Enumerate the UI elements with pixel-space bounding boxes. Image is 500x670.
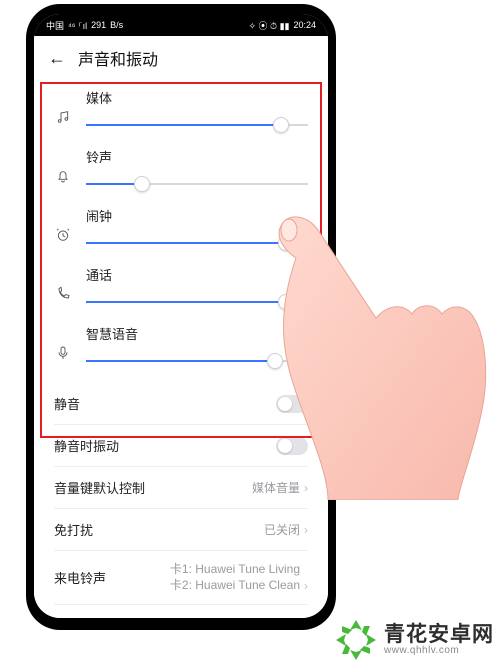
alarm-clock-icon [54, 226, 72, 244]
chevron-right-icon: › [304, 481, 308, 495]
slider-thumb[interactable] [278, 235, 294, 251]
status-icons: ✧ ⦿ ⏱ ▮▮ [249, 19, 290, 32]
status-signal: ⁴⁶ ⸀ıl [68, 19, 87, 32]
slider-thumb[interactable] [273, 117, 289, 133]
slider-ringtone: 铃声 [54, 147, 308, 192]
bell-icon [54, 167, 72, 185]
microphone-icon [54, 344, 72, 362]
watermark-title: 青花安卓网 [384, 624, 494, 645]
row-sms-tone[interactable]: 信息铃声 Bongo › [54, 604, 308, 618]
slider-call: 通话 [54, 265, 308, 310]
row-label: 信息铃声 [54, 616, 106, 618]
slider-label: 闹钟 [86, 206, 308, 225]
toggle-vibrate[interactable] [276, 437, 308, 455]
slider-track[interactable] [86, 294, 308, 310]
row-label: 免打扰 [54, 520, 93, 539]
slider-track[interactable] [86, 353, 308, 369]
chevron-right-icon: › [304, 523, 308, 537]
slider-label: 铃声 [86, 147, 308, 166]
row-mute[interactable]: 静音 [54, 383, 308, 424]
phone-icon [54, 285, 72, 303]
row-volume-key[interactable]: 音量键默认控制 媒体音量 › [54, 466, 308, 508]
toggle-mute[interactable] [276, 395, 308, 413]
row-value-line2: 卡2: Huawei Tune Clean [170, 578, 300, 594]
volume-sliders: 媒体 铃声 [34, 80, 328, 369]
slider-label: 智慧语音 [86, 324, 308, 343]
status-speed-unit: B/s [110, 20, 123, 30]
row-label: 音量键默认控制 [54, 478, 145, 497]
music-note-icon [54, 108, 72, 126]
row-label: 静音 [54, 394, 80, 413]
slider-label: 媒体 [86, 88, 308, 107]
row-value-line1: 卡1: Huawei Tune Living [170, 562, 300, 578]
row-label: 静音时振动 [54, 436, 119, 455]
status-bar: 中国 ⁴⁶ ⸀ıl 291 B/s ✧ ⦿ ⏱ ▮▮ 20:24 [34, 14, 328, 36]
content: 媒体 铃声 [34, 80, 328, 618]
phone-frame: 中国 ⁴⁶ ⸀ıl 291 B/s ✧ ⦿ ⏱ ▮▮ 20:24 ← 声音和振动 [26, 4, 336, 630]
screen: 中国 ⁴⁶ ⸀ıl 291 B/s ✧ ⦿ ⏱ ▮▮ 20:24 ← 声音和振动 [34, 14, 328, 618]
status-speed: 291 [91, 20, 106, 30]
chevron-right-icon: › [304, 579, 308, 593]
settings-list: 静音 静音时振动 音量键默认控制 媒体音量 › 免打扰 [34, 383, 328, 618]
slider-track[interactable] [86, 176, 308, 192]
row-value: 已关闭 [264, 521, 300, 538]
watermark: 青花安卓网 www.qhhlv.com [334, 618, 494, 662]
slider-thumb[interactable] [134, 176, 150, 192]
slider-voice-assistant: 智慧语音 [54, 324, 308, 369]
slider-thumb[interactable] [278, 294, 294, 310]
slider-label: 通话 [86, 265, 308, 284]
slider-thumb[interactable] [267, 353, 283, 369]
slider-media: 媒体 [54, 88, 308, 133]
title-bar: ← 声音和振动 [34, 36, 328, 80]
status-time: 20:24 [293, 20, 316, 30]
row-ringtone[interactable]: 来电铃声 卡1: Huawei Tune Living 卡2: Huawei T… [54, 550, 308, 604]
slider-track[interactable] [86, 117, 308, 133]
row-dnd[interactable]: 免打扰 已关闭 › [54, 508, 308, 550]
status-network: 中国 [46, 19, 64, 32]
back-icon[interactable]: ← [48, 49, 66, 67]
row-value: 媒体音量 [252, 479, 300, 496]
slider-track[interactable] [86, 235, 308, 251]
watermark-url: www.qhhlv.com [384, 645, 494, 656]
watermark-logo-icon [334, 618, 378, 662]
row-vibrate-on-mute[interactable]: 静音时振动 [54, 424, 308, 466]
page-title: 声音和振动 [78, 46, 158, 70]
row-label: 来电铃声 [54, 568, 106, 587]
slider-alarm: 闹钟 [54, 206, 308, 251]
